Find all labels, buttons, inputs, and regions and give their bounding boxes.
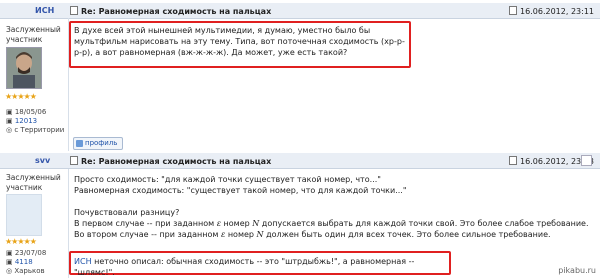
rank-line: Заслуженный: [6, 25, 61, 34]
location: ◎ Харьков: [6, 267, 45, 275]
watermark: pikabu.ru: [558, 266, 596, 275]
post-header: svv Re: Равномерная сходимость на пальца…: [0, 153, 600, 169]
rank-line: Заслуженный: [6, 173, 61, 182]
rating-stars: ★★★★★: [5, 92, 37, 101]
post-date-text: 16.06.2012, 23:11: [520, 7, 594, 16]
body-line: В первом случае -- при заданном ε номер …: [74, 219, 589, 228]
n-symbol: N: [256, 230, 264, 239]
user-rank: Заслуженный участник: [6, 173, 61, 193]
rank-line: участник: [6, 35, 43, 44]
post-count[interactable]: ▣ 12013: [6, 117, 64, 126]
user-rank: Заслуженный участник: [6, 25, 61, 45]
edit-icon: [70, 156, 78, 165]
post-author[interactable]: ИСН: [35, 6, 54, 15]
profile-icon: [76, 140, 83, 147]
n-symbol: N: [252, 219, 260, 228]
post-title[interactable]: Re: Равномерная сходимость на пальцах: [70, 156, 271, 166]
post-title[interactable]: Re: Равномерная сходимость на пальцах: [70, 6, 271, 16]
post-count[interactable]: ▣ 4118: [6, 258, 46, 267]
body-line: Почувствовали разницу?: [74, 208, 180, 217]
body-line: Просто сходимость: "для каждой точки сущ…: [74, 175, 381, 184]
user-meta: ▣ 18/05/06 ▣ 12013 ◎ с Территории: [6, 108, 64, 135]
post-icon: [509, 6, 518, 15]
avatar-photo: [7, 48, 41, 88]
reg-date: ▣ 18/05/06: [6, 108, 47, 116]
post-title-text: Re: Равномерная сходимость на пальцах: [81, 157, 272, 166]
post-body: В духе всей этой нынешней мультимедии, я…: [74, 26, 405, 57]
quote-line: ИСН неточно описал: обычная сходимость -…: [74, 256, 446, 278]
quote-text: неточно описал: обычная сходимость -- эт…: [74, 257, 415, 277]
quoted-author[interactable]: ИСН: [74, 257, 92, 266]
user-meta: ▣ 23/07/08 ▣ 4118 ◎ Харьков: [6, 249, 46, 276]
post-icon: [509, 156, 518, 165]
body-line: Равномерная сходимость: "существует тако…: [74, 186, 407, 195]
avatar: [6, 47, 42, 89]
scroll-icon[interactable]: [581, 155, 592, 166]
rating-stars: ★★★★★: [5, 237, 37, 246]
location: ◎ с Территории: [6, 126, 65, 134]
profile-label: профиль: [85, 139, 118, 147]
rank-line: участник: [6, 183, 43, 192]
profile-button[interactable]: профиль: [73, 137, 123, 150]
post-header: ИСН Re: Равномерная сходимость на пальца…: [0, 3, 600, 19]
epsilon-symbol: ε: [220, 230, 226, 239]
epsilon-symbol: ε: [216, 219, 221, 228]
post-author[interactable]: svv: [35, 156, 50, 165]
reg-date: ▣ 23/07/08: [6, 249, 47, 257]
post-date: 16.06.2012, 23:11: [509, 6, 594, 16]
post-body: Просто сходимость: "для каждой точки сущ…: [74, 174, 590, 240]
avatar-placeholder: [6, 194, 42, 236]
document-icon: [70, 6, 78, 15]
post-title-text: Re: Равномерная сходимость на пальцах: [81, 7, 272, 16]
body-line: Во втором случае -- при заданном ε номер…: [74, 230, 551, 239]
